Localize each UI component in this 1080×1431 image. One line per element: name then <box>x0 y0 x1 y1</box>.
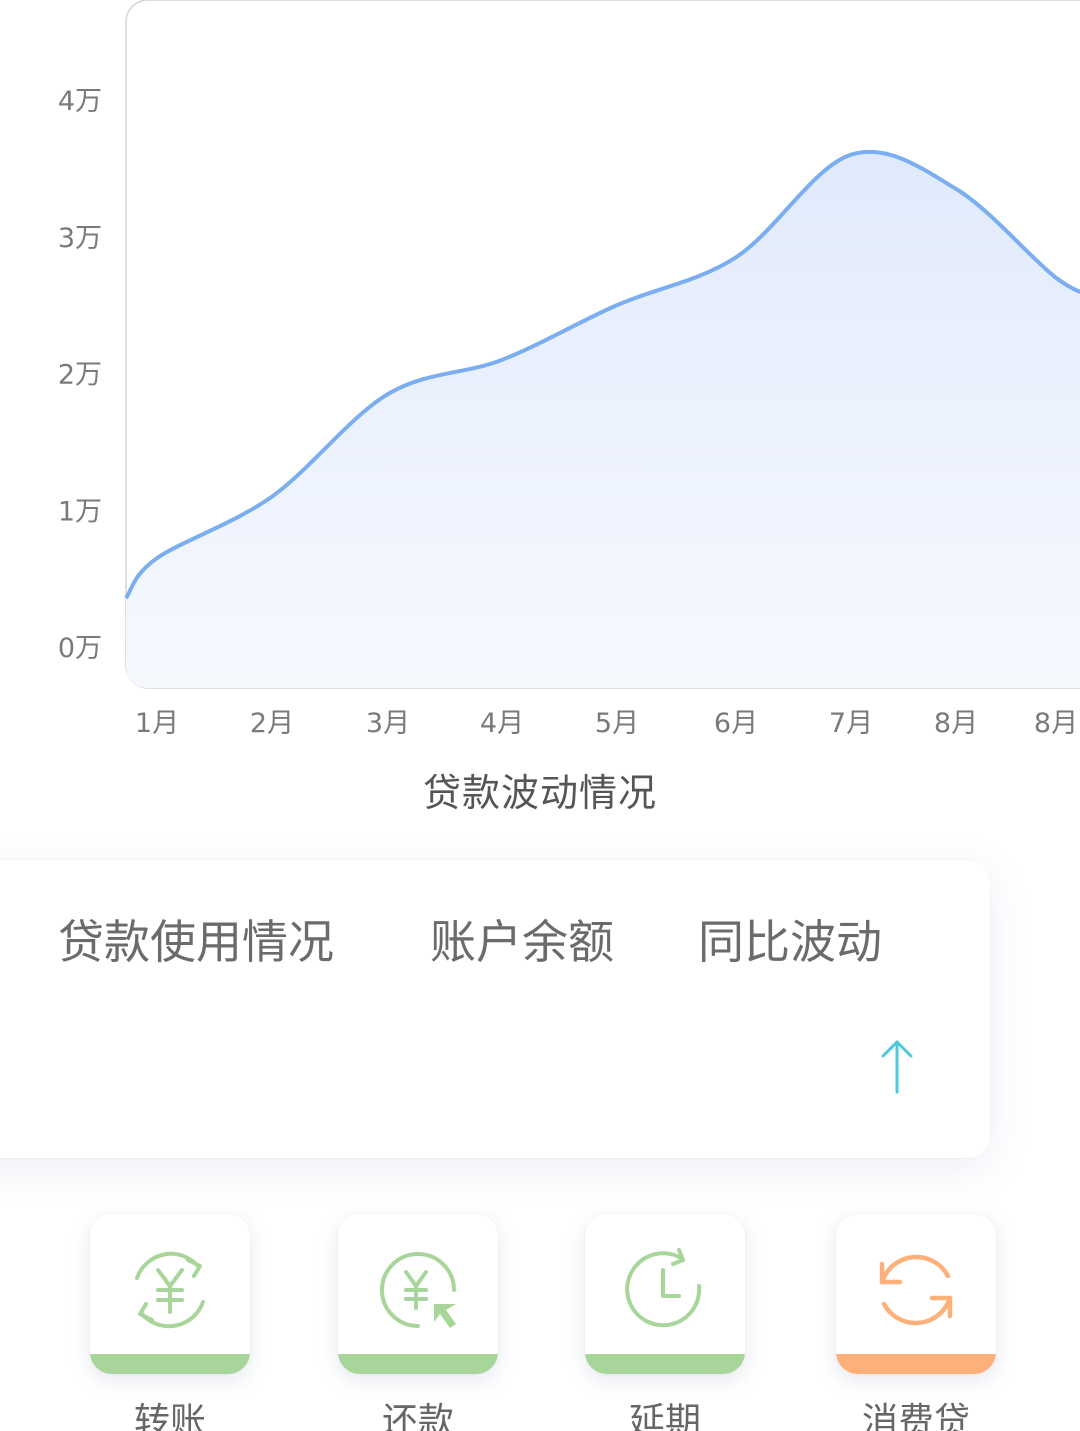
x-tick-label: 1月 <box>135 708 179 739</box>
repayment-action[interactable]: 还款 <box>338 1214 498 1431</box>
arrow-up-icon <box>881 1040 913 1094</box>
transfer-tile-bar <box>90 1354 250 1374</box>
stats-card: 贷款使用情况 账户余额 同比波动 <box>0 860 990 1158</box>
x-tick-label: 3月 <box>366 708 410 739</box>
consumer-loan-tile-bar <box>836 1354 996 1374</box>
repayment-tile-bar <box>338 1354 498 1374</box>
x-tick-label: 5月 <box>595 708 639 739</box>
loan-area-chart: 0万 1万 2万 3万 4万 1月 2月 3月 4月 5月 6月 7月 8月 8月 <box>58 0 1080 739</box>
consumer-loan-label: 消费贷 <box>861 1401 970 1431</box>
stat-label-yoy-change[interactable]: 同比波动 <box>698 906 882 972</box>
clock-refresh-icon <box>625 1248 702 1328</box>
transfer-label: 转账 <box>133 1401 206 1431</box>
refresh-icon <box>879 1254 953 1326</box>
extension-label: 延期 <box>628 1401 701 1431</box>
consumer-loan-tile[interactable] <box>836 1214 996 1374</box>
x-tick-label: 4月 <box>480 708 524 739</box>
y-tick-label: 4万 <box>58 86 102 117</box>
yuan-exchange-icon <box>135 1251 205 1329</box>
repayment-tile[interactable] <box>338 1214 498 1374</box>
y-tick-label: 1万 <box>58 496 102 527</box>
loan-dashboard: 0万 1万 2万 3万 4万 1月 2月 3月 4月 5月 6月 7月 8月 8月 贷款波动情况 贷款使… <box>0 0 1080 1431</box>
y-tick-label: 3万 <box>58 223 102 254</box>
x-tick-label: 6月 <box>714 708 758 739</box>
x-tick-label: 2月 <box>250 708 294 739</box>
x-tick-label: 8月 <box>934 708 978 739</box>
transfer-action[interactable]: 转账 <box>90 1214 250 1431</box>
transfer-tile[interactable] <box>90 1214 250 1374</box>
extension-tile-bar <box>585 1354 745 1374</box>
extension-tile[interactable] <box>585 1214 745 1374</box>
repayment-label: 还款 <box>381 1401 454 1431</box>
x-tick-label: 7月 <box>829 708 873 739</box>
y-tick-label: 0万 <box>58 633 102 664</box>
x-tick-label: 8月 <box>1034 708 1078 739</box>
chart-title: 贷款波动情况 <box>422 771 657 815</box>
extension-action[interactable]: 延期 <box>585 1214 745 1431</box>
consumer-loan-action[interactable]: 消费贷 <box>836 1214 996 1431</box>
yuan-return-icon <box>380 1252 456 1328</box>
y-tick-label: 2万 <box>58 360 102 391</box>
stat-label-account-balance[interactable]: 账户余额 <box>430 906 614 972</box>
stat-label-loan-usage[interactable]: 贷款使用情况 <box>58 906 334 972</box>
